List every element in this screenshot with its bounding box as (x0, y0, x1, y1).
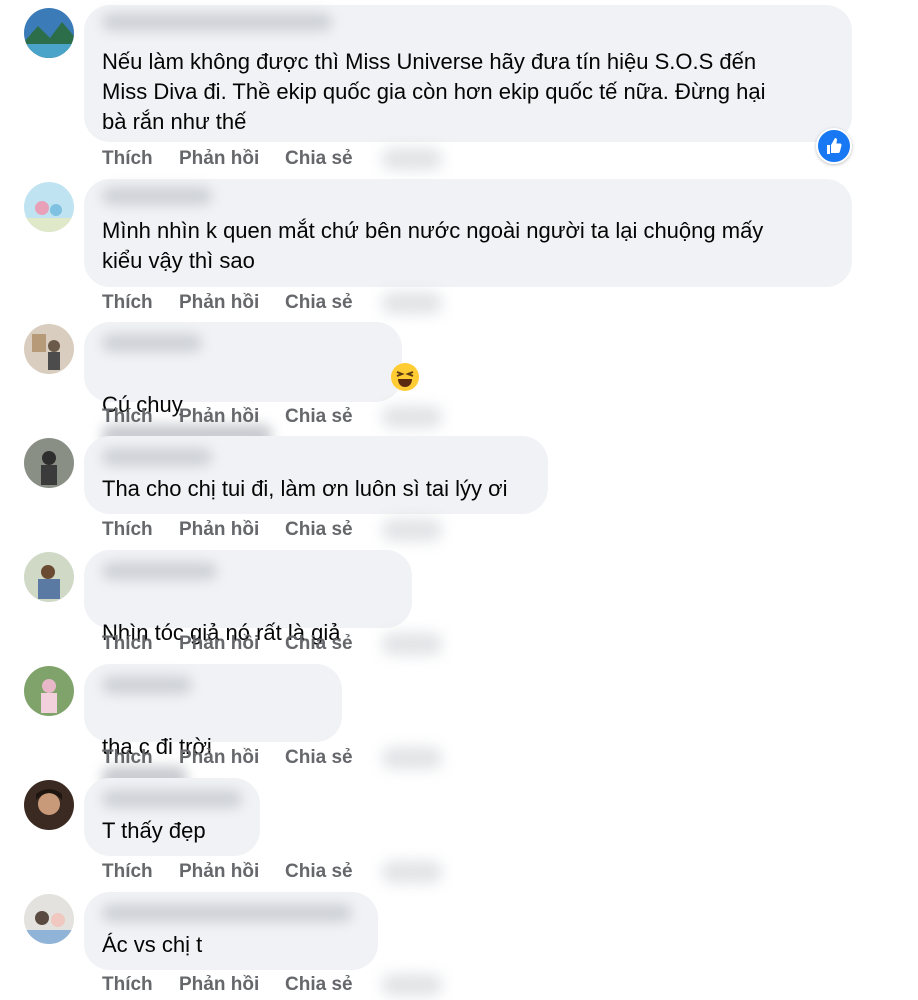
author-name-blurred[interactable] (102, 676, 192, 694)
reply-button[interactable]: Phản hồi (179, 148, 259, 170)
avatar[interactable] (24, 666, 74, 716)
laughing-face-icon (390, 362, 419, 391)
like-button[interactable]: Thích (102, 148, 153, 170)
reply-button[interactable]: Phản hồi (179, 406, 259, 428)
comment-bubble: Nhìn tóc giả nó rất là giả (84, 550, 412, 708)
author-name-blurred[interactable] (102, 187, 212, 205)
timestamp-blurred[interactable] (382, 292, 442, 314)
avatar-image (24, 438, 74, 488)
reply-button[interactable]: Phản hồi (179, 519, 259, 541)
timestamp-blurred[interactable] (382, 406, 442, 428)
comment-bubble: Tha cho chị tui đi, làm ơn luôn sì tai l… (84, 436, 548, 514)
author-name-blurred[interactable] (102, 448, 212, 466)
avatar-image (24, 894, 74, 944)
like-button[interactable]: Thích (102, 519, 153, 541)
share-button[interactable]: Chia sẻ (285, 519, 353, 541)
reply-button[interactable]: Phản hồi (179, 747, 259, 769)
avatar-image (24, 8, 74, 58)
timestamp-blurred[interactable] (382, 974, 442, 996)
like-button[interactable]: Thích (102, 406, 153, 428)
like-button[interactable]: Thích (102, 747, 153, 769)
timestamp-blurred[interactable] (382, 148, 442, 170)
avatar[interactable] (24, 780, 74, 830)
comment-text: Mình nhìn k quen mắt chứ bên nước ngoài … (102, 218, 764, 273)
timestamp-blurred[interactable] (382, 633, 442, 655)
share-button[interactable]: Chia sẻ (285, 406, 353, 428)
author-name-blurred[interactable] (102, 13, 332, 31)
comment-text: Tha cho chị tui đi, làm ơn luôn sì tai l… (102, 476, 508, 501)
share-button[interactable]: Chia sẻ (285, 747, 353, 769)
author-name-blurred[interactable] (102, 334, 202, 352)
comment-bubble: tha c đi trời (84, 664, 342, 791)
avatar-image (24, 182, 74, 232)
avatar-image (24, 324, 74, 374)
timestamp-blurred[interactable] (382, 861, 442, 883)
reply-button[interactable]: Phản hồi (179, 292, 259, 314)
comment-bubble: Ác vs chị t (84, 892, 378, 970)
author-name-blurred[interactable] (102, 904, 352, 922)
avatar[interactable] (24, 438, 74, 488)
comment-bubble: Mình nhìn k quen mắt chứ bên nước ngoài … (84, 179, 852, 287)
avatar-image (24, 552, 74, 602)
share-button[interactable]: Chia sẻ (285, 633, 353, 655)
avatar[interactable] (24, 8, 74, 58)
author-name-blurred[interactable] (102, 790, 242, 808)
avatar-image (24, 780, 74, 830)
avatar[interactable] (24, 324, 74, 374)
comment-text: Nếu làm không được thì Miss Universe hãy… (102, 49, 766, 134)
share-button[interactable]: Chia sẻ (285, 974, 353, 996)
reply-button[interactable]: Phản hồi (179, 974, 259, 996)
timestamp-blurred[interactable] (382, 519, 442, 541)
share-button[interactable]: Chia sẻ (285, 861, 353, 883)
like-reaction-icon[interactable] (816, 128, 852, 164)
comment-text: Ác vs chị t (102, 932, 203, 957)
comment-bubble: Nếu làm không được thì Miss Universe hãy… (84, 5, 852, 142)
share-button[interactable]: Chia sẻ (285, 292, 353, 314)
comment-text: T thấy đẹp (102, 818, 206, 843)
like-button[interactable]: Thích (102, 861, 153, 883)
like-button[interactable]: Thích (102, 974, 153, 996)
comment-bubble: Cú chuỵ (84, 322, 402, 449)
timestamp-blurred[interactable] (382, 747, 442, 769)
like-button[interactable]: Thích (102, 633, 153, 655)
avatar-image (24, 666, 74, 716)
reply-button[interactable]: Phản hồi (179, 633, 259, 655)
like-button[interactable]: Thích (102, 292, 153, 314)
avatar[interactable] (24, 894, 74, 944)
share-button[interactable]: Chia sẻ (285, 148, 353, 170)
avatar[interactable] (24, 552, 74, 602)
reply-button[interactable]: Phản hồi (179, 861, 259, 883)
avatar[interactable] (24, 182, 74, 232)
author-name-blurred[interactable] (102, 562, 217, 580)
comment-bubble: T thấy đẹp (84, 778, 260, 856)
